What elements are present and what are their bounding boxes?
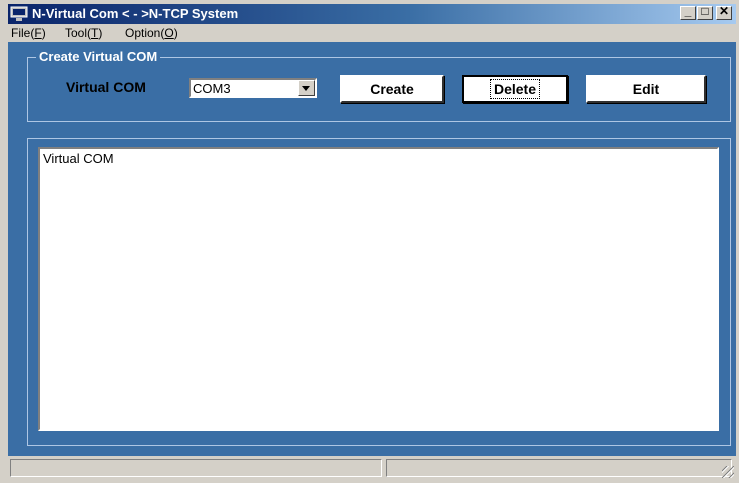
delete-button[interactable]: Delete	[462, 75, 568, 103]
close-icon: ✕	[718, 4, 730, 18]
maximize-button[interactable]: □	[697, 4, 713, 20]
com-port-value: COM3	[193, 81, 231, 96]
status-pane-right	[386, 459, 732, 477]
status-bar	[8, 456, 736, 480]
client-area: Create Virtual COM Virtual COM COM3 Crea…	[8, 42, 736, 456]
menu-file-suffix: )	[41, 26, 46, 40]
list-header: Virtual COM	[43, 151, 114, 166]
virtual-com-label: Virtual COM	[66, 79, 146, 95]
menu-tool-suffix: )	[98, 26, 103, 40]
dropdown-arrow-icon	[302, 86, 310, 91]
title-bar[interactable]: N-Virtual Com < - >N-TCP System _ □ ✕	[8, 4, 736, 24]
com-port-select[interactable]: COM3	[189, 78, 317, 98]
maximize-icon: □	[701, 4, 709, 18]
menu-option-key: O	[164, 26, 174, 40]
close-button[interactable]: ✕	[716, 4, 732, 20]
menu-tool-prefix: Tool(	[65, 26, 92, 40]
app-icon	[10, 6, 28, 21]
menu-option-prefix: Option(	[125, 26, 165, 40]
menu-file[interactable]: File(F)	[11, 26, 46, 40]
menu-option[interactable]: Option(O)	[125, 26, 178, 40]
edit-button[interactable]: Edit	[586, 75, 706, 103]
virtual-com-list[interactable]: Virtual COM	[38, 147, 719, 431]
combo-dropdown-button[interactable]	[298, 80, 315, 96]
menu-option-suffix: )	[173, 26, 178, 40]
virtual-com-list-group: Virtual COM	[27, 138, 731, 446]
menu-bar: File(F) Tool(T) Option(O)	[8, 24, 736, 42]
resize-grip-icon[interactable]	[722, 466, 734, 478]
window-title: N-Virtual Com < - >N-TCP System	[32, 6, 239, 21]
menu-file-prefix: File(	[11, 26, 35, 40]
create-button[interactable]: Create	[340, 75, 444, 103]
main-window: N-Virtual Com < - >N-TCP System _ □ ✕ Fi…	[0, 0, 739, 483]
status-pane-left	[10, 459, 382, 477]
delete-button-label: Delete	[489, 79, 541, 99]
create-virtual-com-group: Create Virtual COM Virtual COM COM3 Crea…	[27, 49, 731, 122]
minimize-icon: _	[684, 4, 692, 18]
menu-tool[interactable]: Tool(T)	[65, 26, 102, 40]
minimize-button[interactable]: _	[680, 4, 696, 20]
group-title: Create Virtual COM	[36, 49, 161, 64]
menu-file-key: F	[34, 26, 42, 40]
